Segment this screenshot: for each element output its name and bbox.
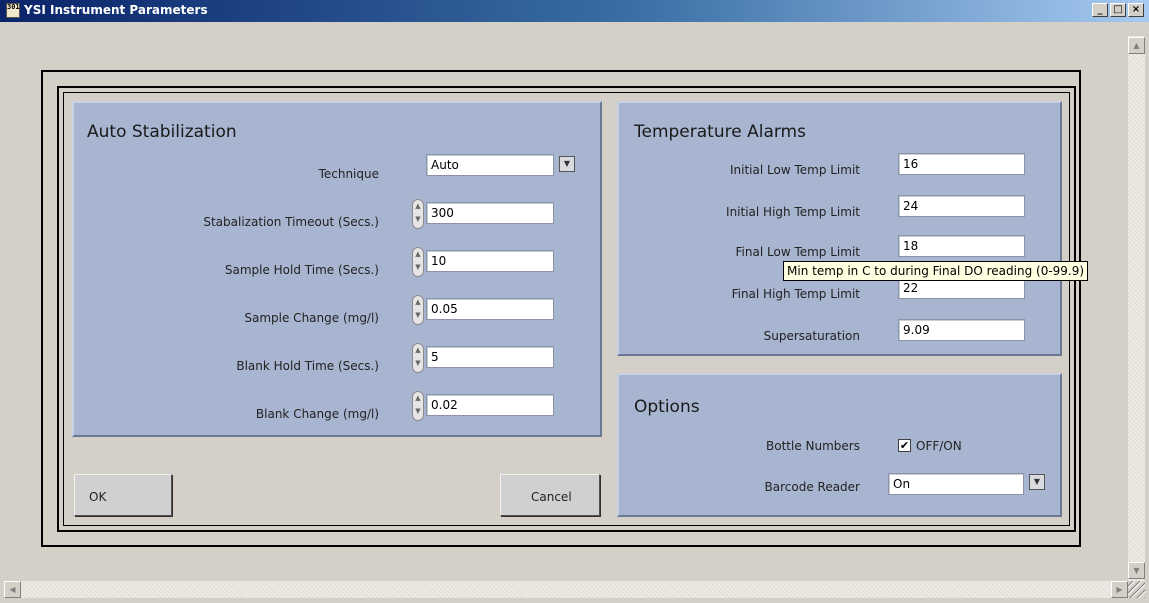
final-low-tooltip: Min temp in C to during Final DO reading… — [783, 261, 1089, 281]
close-button[interactable]: × — [1128, 3, 1144, 17]
options-panel: Options Bottle Numbers ✔ OFF/ON Barcode … — [617, 373, 1062, 517]
minimize-button[interactable]: _ — [1092, 3, 1108, 17]
timeout-spinner-icon[interactable]: ▲ ▼ — [412, 199, 424, 229]
resize-grip-icon[interactable] — [1128, 581, 1145, 598]
blank-change-input[interactable]: 0.02 — [426, 394, 554, 416]
ok-button-label: OK — [89, 490, 107, 504]
initial-low-label: Initial Low Temp Limit — [729, 163, 860, 177]
sample-hold-spinner-icon[interactable]: ▲ ▼ — [412, 247, 424, 277]
sample-change-input[interactable]: 0.05 — [426, 298, 554, 320]
maximize-button[interactable]: □ — [1110, 3, 1126, 17]
cancel-button-label: Cancel — [531, 490, 572, 504]
final-low-input[interactable]: 18 — [898, 235, 1025, 257]
title-bar[interactable]: 301 YSI Instrument Parameters _ □ × — [0, 0, 1149, 22]
sample-hold-label: Sample Hold Time (Secs.) — [224, 263, 379, 277]
bottle-numbers-text: OFF/ON — [916, 439, 962, 453]
window-title: YSI Instrument Parameters — [24, 3, 208, 17]
initial-high-label: Initial High Temp Limit — [726, 205, 860, 219]
bottle-numbers-label: Bottle Numbers — [766, 439, 860, 453]
sample-hold-input[interactable]: 10 — [426, 250, 554, 272]
blank-change-label: Blank Change (mg/l) — [255, 407, 379, 421]
blank-change-spinner-icon[interactable]: ▲ ▼ — [412, 391, 424, 421]
ok-button[interactable]: OK — [74, 474, 172, 516]
barcode-reader-label: Barcode Reader — [764, 480, 860, 494]
blank-hold-spinner-icon[interactable]: ▲ ▼ — [412, 343, 424, 373]
vertical-scrollbar[interactable] — [1128, 36, 1145, 581]
final-low-label: Final Low Temp Limit — [735, 245, 860, 259]
sample-change-spinner-icon[interactable]: ▲ ▼ — [412, 295, 424, 325]
blank-hold-label: Blank Hold Time (Secs.) — [236, 359, 379, 373]
technique-label: Technique — [318, 167, 379, 181]
options-title: Options — [634, 397, 700, 417]
horizontal-scrollbar[interactable] — [4, 581, 1128, 598]
bottle-numbers-checkbox[interactable]: ✔ — [898, 439, 911, 452]
technique-select[interactable]: Auto — [426, 154, 554, 176]
timeout-input[interactable]: 300 — [426, 202, 554, 224]
cancel-button[interactable]: Cancel — [500, 474, 600, 516]
barcode-reader-select[interactable]: On — [888, 473, 1024, 495]
temperature-alarms-panel: Temperature Alarms Initial Low Temp Limi… — [617, 101, 1062, 356]
timeout-label: Stabalization Timeout (Secs.) — [203, 215, 379, 229]
scroll-left-icon[interactable]: ◀ — [4, 581, 21, 598]
initial-low-input[interactable]: 16 — [898, 153, 1025, 175]
supersaturation-label: Supersaturation — [763, 329, 860, 343]
initial-high-input[interactable]: 24 — [898, 195, 1025, 217]
scroll-right-icon[interactable]: ▶ — [1111, 581, 1128, 598]
barcode-dropdown-icon[interactable]: ▼ — [1029, 474, 1045, 490]
technique-dropdown-icon[interactable]: ▼ — [559, 156, 575, 172]
sample-change-label: Sample Change (mg/l) — [244, 311, 379, 325]
auto-stabilization-title: Auto Stabilization — [87, 122, 237, 142]
scroll-down-icon[interactable]: ▼ — [1128, 562, 1145, 579]
scroll-up-icon[interactable]: ▲ — [1128, 37, 1145, 54]
supersaturation-input[interactable]: 9.09 — [898, 319, 1025, 341]
temperature-alarms-title: Temperature Alarms — [634, 122, 806, 142]
blank-hold-input[interactable]: 5 — [426, 346, 554, 368]
final-high-label: Final High Temp Limit — [731, 287, 860, 301]
app-icon: 301 — [6, 3, 20, 18]
auto-stabilization-panel: Auto Stabilization Technique Auto ▼ Stab… — [72, 101, 602, 437]
